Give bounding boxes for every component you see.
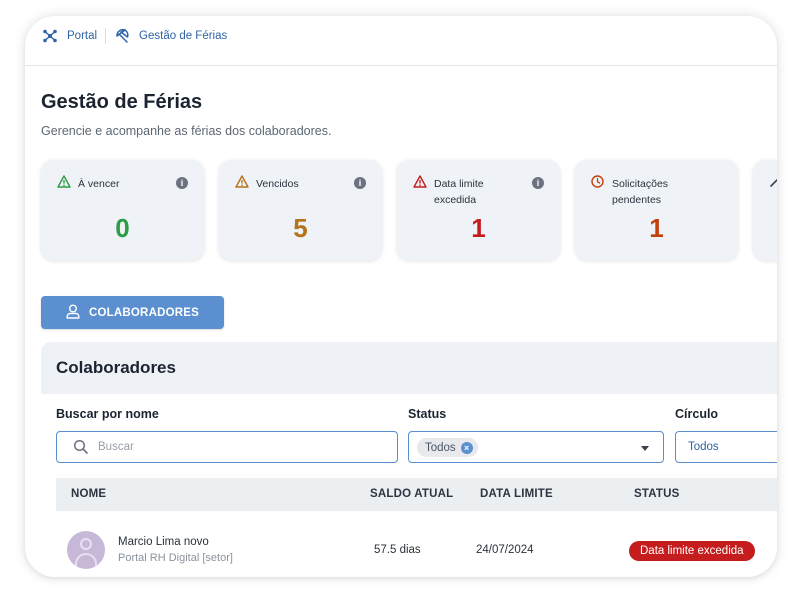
clock-icon [591, 175, 604, 193]
search-field[interactable] [56, 431, 398, 463]
breadcrumb: Portal Gestão de Férias [42, 27, 227, 45]
status-label: Status [408, 407, 447, 421]
warning-triangle-icon [413, 175, 427, 193]
column-header-saldo[interactable]: SALDO ATUAL [370, 488, 453, 500]
info-icon[interactable]: i [176, 177, 188, 189]
card-value: 5 [293, 213, 308, 243]
tab-label: COLABORADORES [89, 306, 199, 319]
breadcrumb-item-portal[interactable]: Portal [42, 29, 97, 43]
deadline-cell: 24/07/2024 [476, 544, 534, 556]
card-label: Solicitações pendentes [612, 178, 669, 206]
status-select[interactable]: Todos × [408, 431, 664, 463]
card-a-vencer[interactable]: À vencer i 0 [41, 160, 204, 260]
edit-icon [769, 175, 777, 193]
card-partial[interactable] [753, 160, 777, 260]
breadcrumb-label: Portal [67, 30, 98, 42]
page-subtitle: Gerencie e acompanhe as férias dos colab… [41, 124, 332, 138]
panel-title: Colaboradores [56, 358, 176, 377]
card-label: Data limite excedida [434, 178, 484, 206]
card-data-limite-excedida[interactable]: Data limite excedida i 1 [397, 160, 560, 260]
card-value: 1 [471, 213, 486, 243]
info-icon[interactable]: i [532, 177, 544, 189]
breadcrumb-label: Gestão de Férias [139, 30, 228, 42]
card-label: À vencer [78, 178, 120, 190]
chevron-down-icon[interactable] [641, 446, 649, 451]
search-input[interactable] [98, 438, 378, 456]
user-icon [66, 304, 80, 322]
circle-select[interactable]: Todos [675, 431, 777, 463]
card-value: 1 [649, 213, 664, 243]
header-divider [25, 65, 777, 66]
employee-sector: Portal RH Digital [setor] [118, 552, 233, 564]
card-solicitacoes-pendentes[interactable]: Solicitações pendentes 1 [575, 160, 738, 260]
employee-name: Marcio Lima novo [118, 536, 209, 548]
warning-triangle-icon [235, 175, 249, 193]
breadcrumb-divider [105, 28, 107, 44]
circle-value: Todos [688, 441, 719, 453]
avatar-body [75, 553, 97, 567]
search-label: Buscar por nome [56, 407, 159, 421]
circle-label: Círculo [675, 407, 719, 421]
app-window: Portal Gestão de Férias Gestão de Férias… [25, 16, 777, 577]
balance-cell: 57.5 dias [374, 544, 421, 556]
chip-label: Todos [425, 441, 456, 454]
portal-icon [42, 29, 58, 43]
page-title: Gestão de Férias [41, 91, 203, 113]
column-header-status[interactable]: STATUS [634, 488, 680, 500]
avatar [67, 531, 105, 569]
beach-umbrella-icon [114, 28, 130, 44]
info-icon[interactable]: i [354, 177, 366, 189]
breadcrumb-item-gestao-ferias[interactable]: Gestão de Férias [114, 28, 227, 44]
card-label: Vencidos [256, 178, 299, 190]
tab-colaboradores[interactable]: COLABORADORES [41, 296, 224, 329]
column-header-data-limite[interactable]: DATA LIMITE [480, 488, 553, 500]
column-header-nome[interactable]: NOME [71, 488, 106, 500]
card-value: 0 [115, 213, 130, 243]
close-icon[interactable]: × [460, 441, 473, 454]
search-icon [73, 439, 89, 460]
status-chip[interactable]: Todos × [417, 438, 478, 457]
warning-triangle-icon [57, 175, 71, 193]
status-badge: Data limite excedida [629, 541, 755, 561]
card-vencidos[interactable]: Vencidos i 5 [219, 160, 382, 260]
avatar-head [80, 538, 92, 550]
